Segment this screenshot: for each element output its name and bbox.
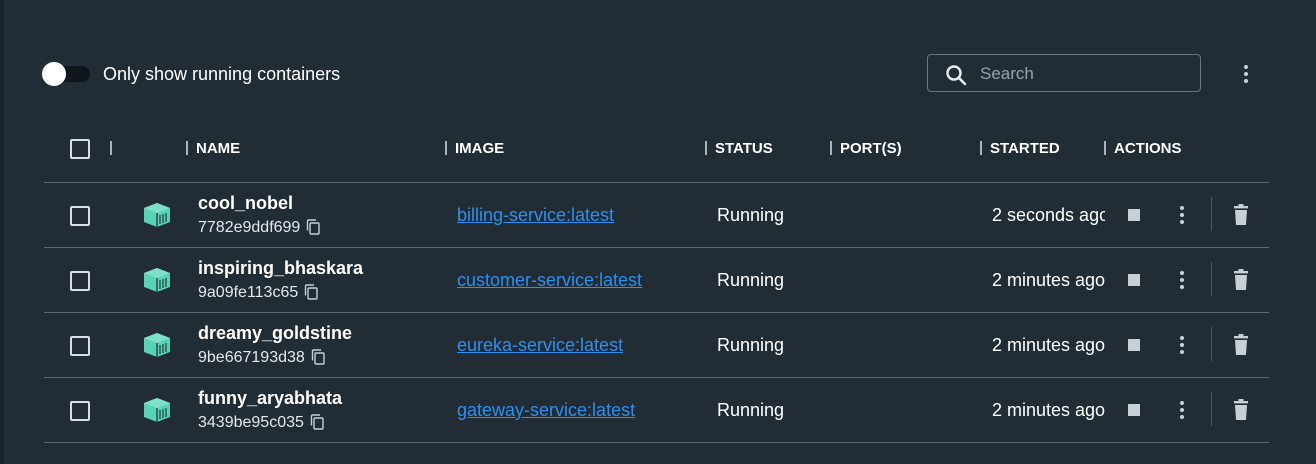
container-icon [144,268,170,292]
status-text: Running [717,335,785,355]
stop-icon [1128,339,1140,351]
column-header-actions-label: ACTIONS [1114,140,1182,157]
kebab-menu-icon[interactable] [1171,268,1193,292]
column-header-status[interactable]: STATUS [705,140,773,158]
status-text: Running [717,400,785,420]
toggle-knob [42,62,66,86]
table-row[interactable]: funny_aryabhata 3439be95c035 gateway-ser… [44,378,1269,443]
row-checkbox[interactable] [70,271,90,291]
trash-icon[interactable] [1230,333,1252,357]
table-row[interactable]: dreamy_goldstine 9be667193d38 eureka-ser… [44,313,1269,378]
action-divider [1211,262,1212,296]
kebab-menu-icon[interactable] [1171,333,1193,357]
column-header-started[interactable]: STARTED [980,140,1060,158]
container-id-text: 9a09fe113c65 [198,284,299,301]
trash-icon[interactable] [1230,398,1252,422]
column-header-name-label: NAME [196,140,241,157]
search-icon [946,65,967,86]
column-header-actions: ACTIONS [1104,140,1182,158]
started-text: 2 minutes ago [992,400,1105,420]
started-text: 2 seconds ago [992,205,1105,225]
containers-table: NAME IMAGE STATUS PORT(S) STARTED ACTION… [44,120,1269,443]
kebab-menu-icon[interactable] [1171,203,1193,227]
image-link[interactable]: eureka-service:latest [457,335,623,356]
stop-button[interactable] [1124,205,1144,225]
container-icon [144,398,170,422]
trash-icon[interactable] [1230,203,1252,227]
running-only-toggle-label: Only show running containers [103,64,341,84]
toolbar: Only show running containers [4,0,1316,120]
container-icon [144,203,170,227]
column-header-image[interactable]: IMAGE [445,140,504,158]
container-id: 3439be95c035 [198,414,324,432]
container-id-text: 7782e9ddf699 [198,219,301,236]
image-link[interactable]: billing-service:latest [457,205,614,226]
copy-icon[interactable] [311,349,325,365]
column-header-status-label: STATUS [715,140,773,157]
action-divider [1211,197,1212,231]
stop-button[interactable] [1124,400,1144,420]
image-link[interactable]: gateway-service:latest [457,400,635,421]
column-header-ports[interactable]: PORT(S) [830,140,902,158]
stop-button[interactable] [1124,270,1144,290]
status-text: Running [717,270,785,290]
row-checkbox[interactable] [70,336,90,356]
copy-icon[interactable] [306,219,321,235]
container-id-text: 9be667193d38 [198,349,305,366]
copy-icon[interactable] [310,414,324,430]
column-header-name[interactable]: NAME [186,140,240,158]
action-divider [1211,392,1212,426]
container-id: 9a09fe113c65 [198,284,318,302]
column-header-ports-label: PORT(S) [840,140,902,157]
stop-button[interactable] [1124,335,1144,355]
action-divider [1211,327,1212,361]
started-text: 2 minutes ago [992,335,1105,355]
kebab-menu-icon[interactable] [1234,62,1258,86]
container-id: 7782e9ddf699 [198,219,321,237]
container-name[interactable]: inspiring_bhaskara [198,258,363,279]
trash-icon[interactable] [1230,268,1252,292]
status-text: Running [717,205,785,225]
column-separator [110,140,120,158]
stop-icon [1128,274,1140,286]
row-checkbox[interactable] [70,206,90,226]
container-icon [144,333,170,357]
started-text: 2 minutes ago [992,270,1105,290]
stop-icon [1128,404,1140,416]
stop-icon [1128,209,1140,221]
select-all-checkbox[interactable] [70,139,90,159]
container-id-text: 3439be95c035 [198,414,304,431]
containers-panel: Only show running containers NAME IMAGE … [0,0,1316,464]
container-id: 9be667193d38 [198,349,325,367]
table-row[interactable]: cool_nobel 7782e9ddf699 billing-service:… [44,183,1269,248]
container-name[interactable]: funny_aryabhata [198,388,342,409]
table-header: NAME IMAGE STATUS PORT(S) STARTED ACTION… [44,120,1269,183]
table-row[interactable]: inspiring_bhaskara 9a09fe113c65 customer… [44,248,1269,313]
column-header-image-label: IMAGE [455,140,505,157]
copy-icon[interactable] [304,284,318,300]
container-name[interactable]: dreamy_goldstine [198,323,352,344]
container-name[interactable]: cool_nobel [198,193,293,214]
kebab-menu-icon[interactable] [1171,398,1193,422]
column-header-started-label: STARTED [990,140,1060,157]
search-box[interactable] [927,54,1201,92]
row-checkbox[interactable] [70,401,90,421]
search-input[interactable] [978,61,1192,87]
running-only-toggle[interactable] [42,62,92,86]
image-link[interactable]: customer-service:latest [457,270,642,291]
